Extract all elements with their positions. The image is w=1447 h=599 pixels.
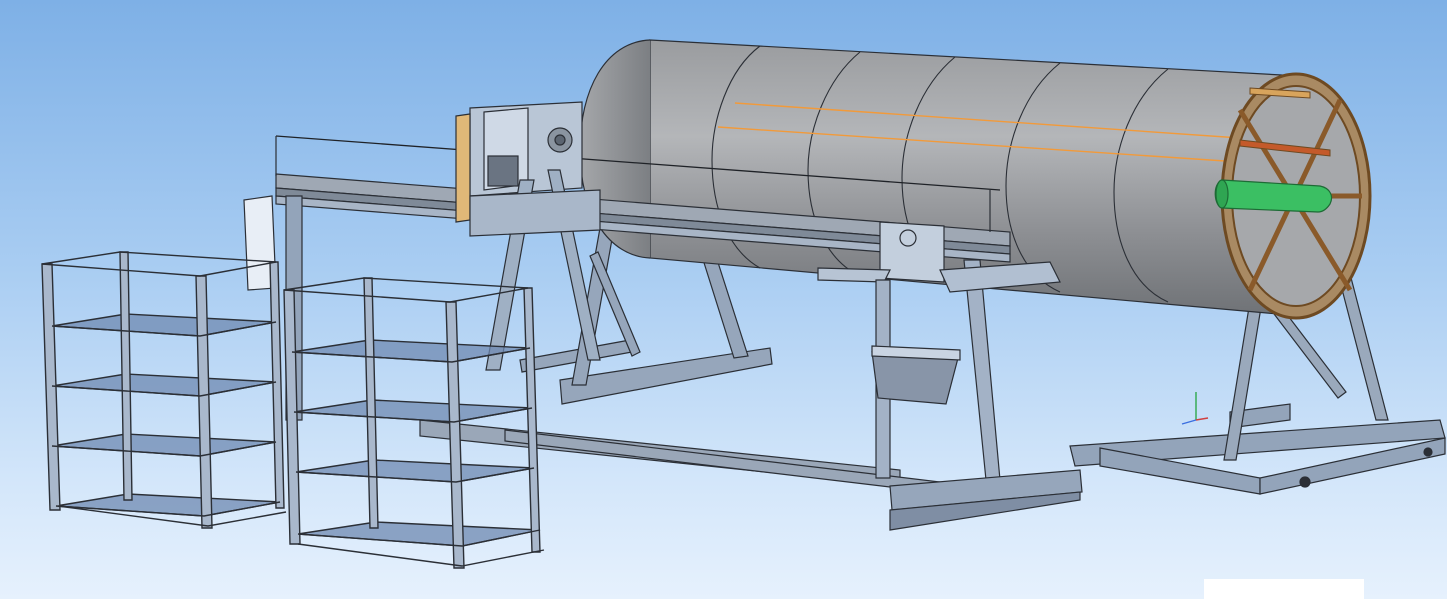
status-bar-stub [1204, 579, 1364, 599]
cad-viewport[interactable] [0, 0, 1447, 599]
right-stand-base [1069, 403, 1446, 495]
cad-3d-model[interactable] [0, 0, 1447, 599]
axis-triad-icon [1181, 392, 1209, 425]
shelf-rack-left [41, 251, 287, 529]
